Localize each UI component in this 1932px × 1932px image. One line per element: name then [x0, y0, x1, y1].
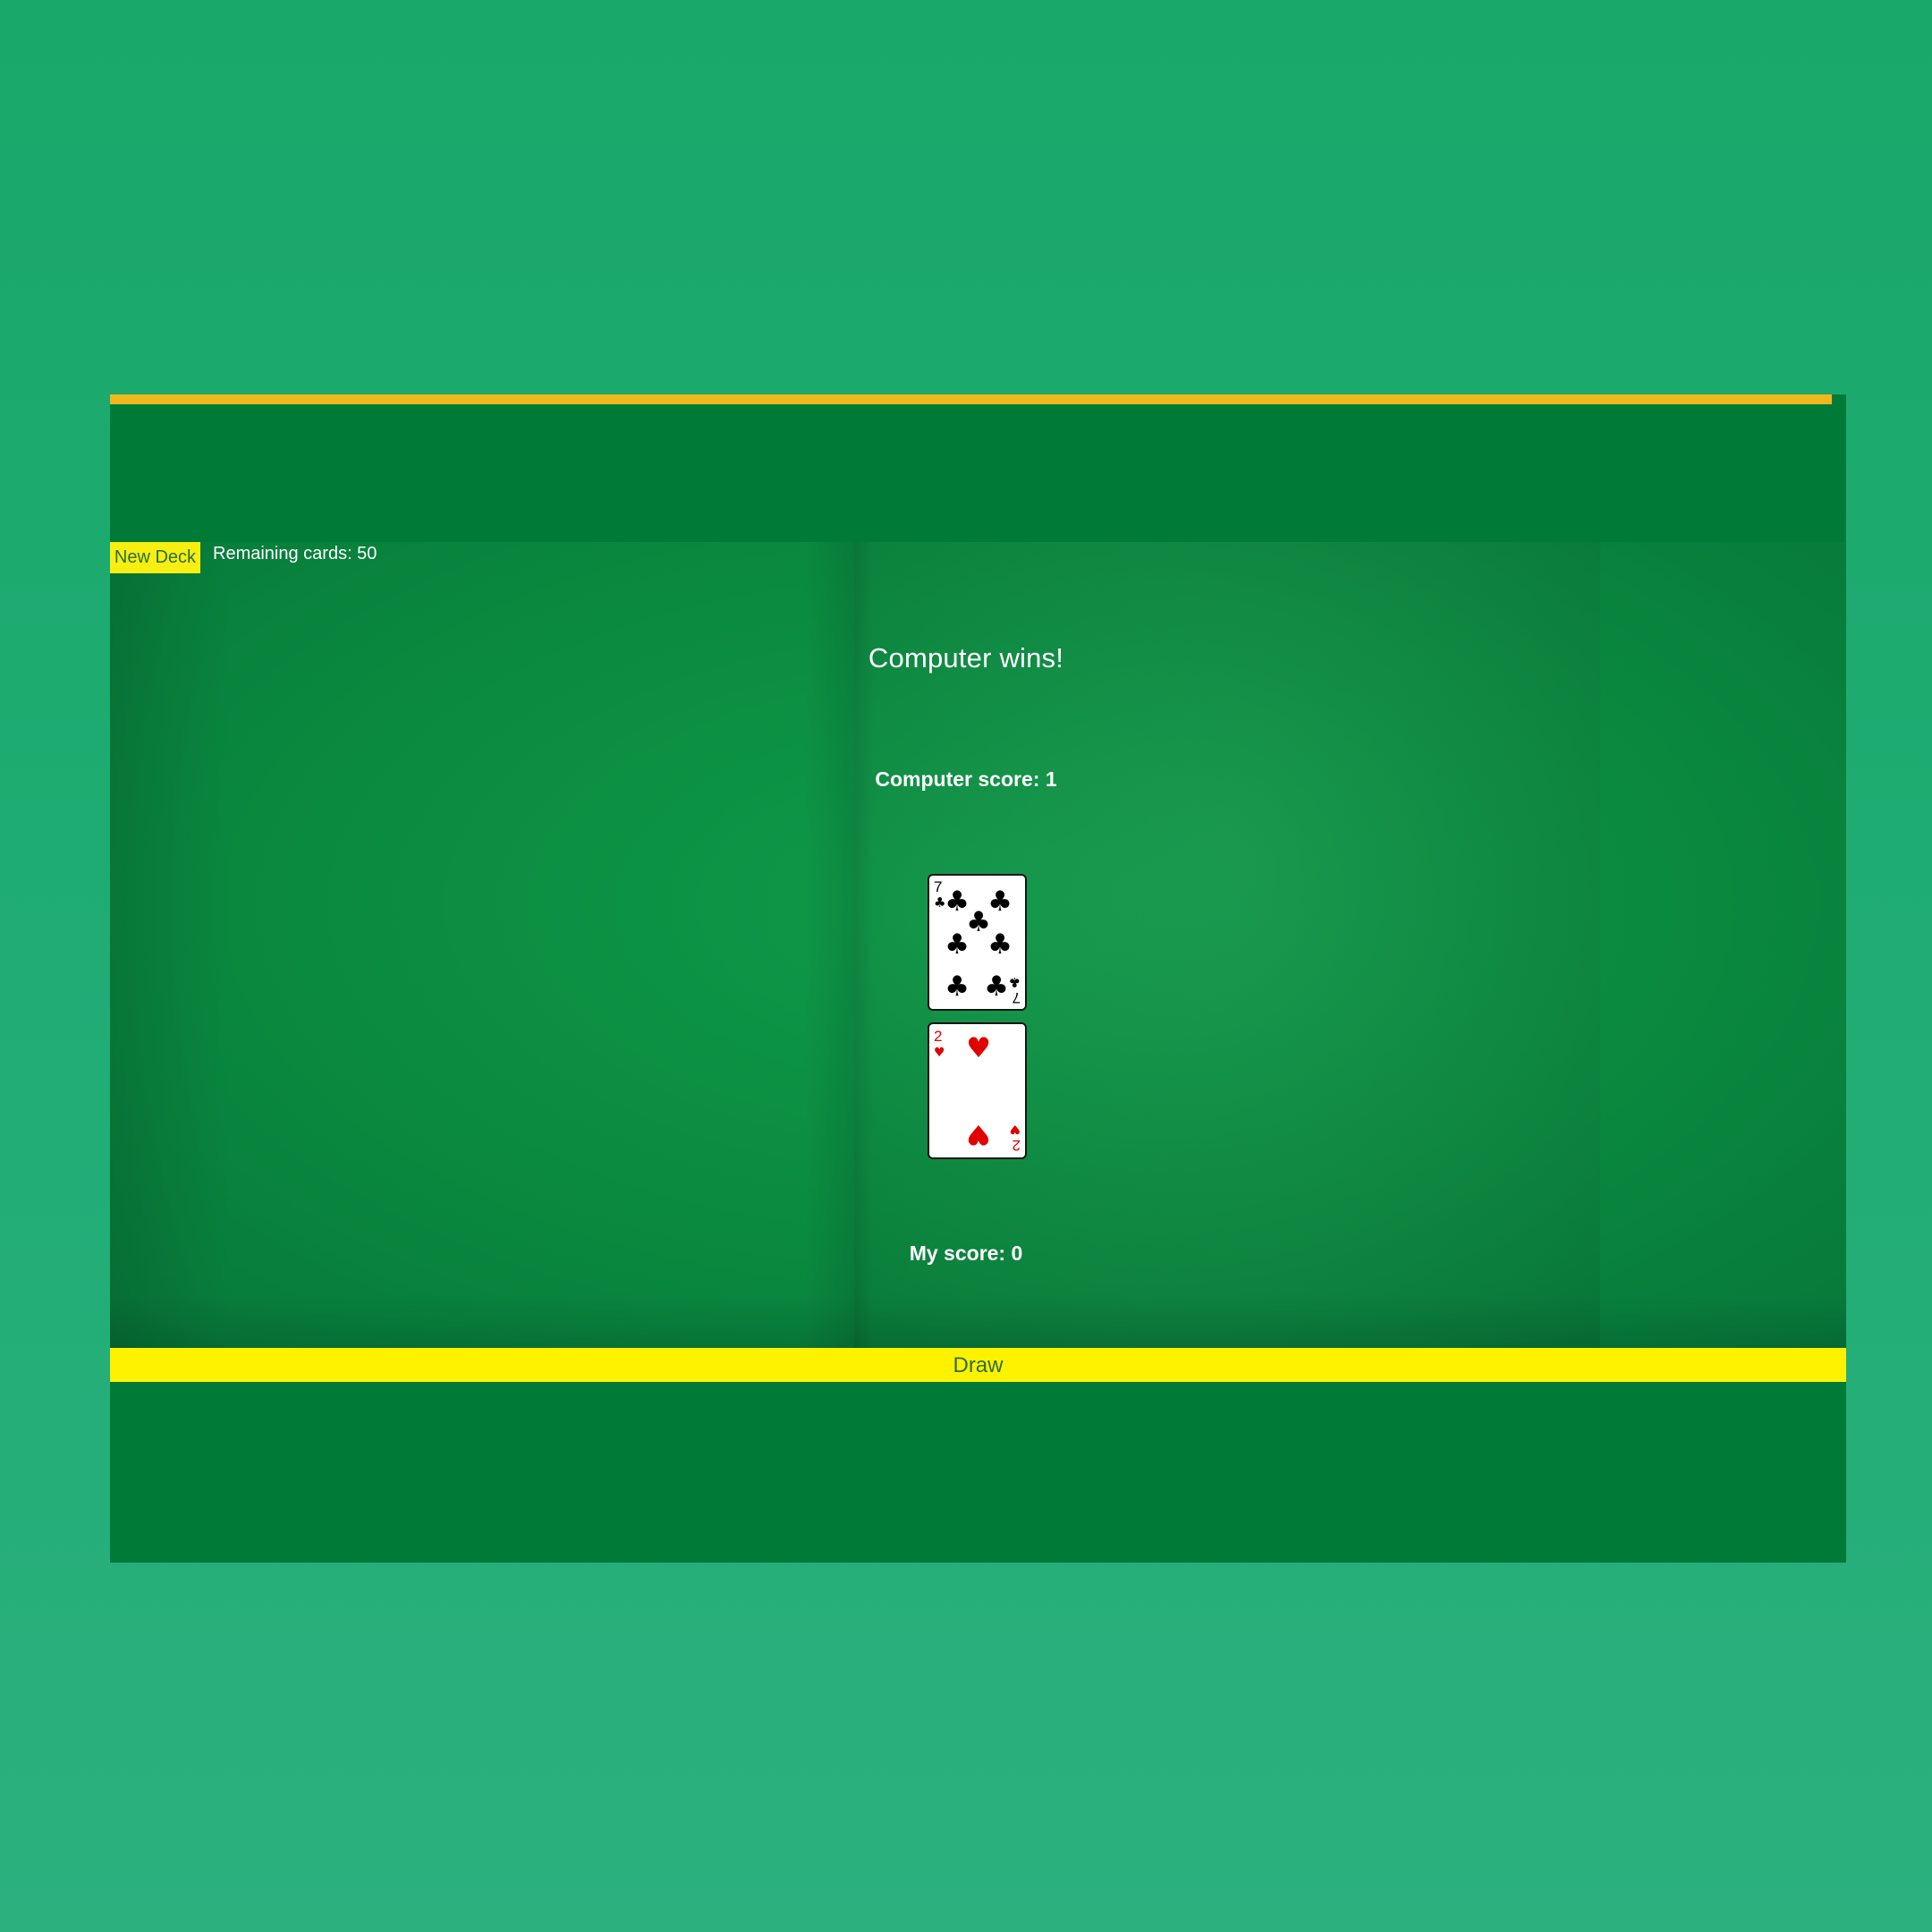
card-suit-top: ♥: [934, 1046, 945, 1060]
top-header-band: [110, 404, 1846, 542]
remaining-cards-count: Remaining cards: 50: [213, 544, 377, 564]
club-pip-icon: ♣: [945, 970, 970, 1003]
seven-of-clubs-card-face: 7 ♣ ♣ ♣ ♣ ♣ ♣ ♣ ♣ 7 ♣: [934, 878, 1021, 1006]
computer-score: Computer score: 1: [875, 767, 1057, 791]
club-pip-icon: ♣: [987, 928, 1013, 961]
round-result-message: Computer wins!: [868, 642, 1064, 674]
two-of-hearts-card-face: 2 ♥ ♥ ♥ 2 ♥: [934, 1028, 1021, 1154]
my-score: My score: 0: [909, 1241, 1023, 1265]
draw-button[interactable]: Draw: [110, 1348, 1846, 1384]
top-accent-line: [110, 394, 1832, 404]
club-pip-icon: ♣: [945, 928, 970, 961]
card-rank-bottom: 7: [1013, 989, 1021, 1006]
card-rank-top: 7: [934, 878, 942, 895]
club-pip-icon: ♣: [987, 886, 1013, 918]
computer-card: 7 ♣ ♣ ♣ ♣ ♣ ♣ ♣ ♣ 7 ♣: [928, 874, 1027, 1011]
player-card: 2 ♥ ♥ ♥ 2 ♥: [928, 1022, 1027, 1159]
card-rank-bottom: 2: [1013, 1137, 1021, 1154]
bottom-footer-band: [110, 1382, 1846, 1563]
club-pip-icon: ♣: [984, 970, 1009, 1003]
new-deck-button[interactable]: New Deck: [110, 542, 200, 573]
heart-pip-icon: ♥: [966, 1118, 991, 1150]
card-rank-top: 2: [934, 1028, 942, 1045]
card-suit-bottom: ♣: [1009, 974, 1021, 990]
heart-pip-icon: ♥: [966, 1032, 991, 1064]
card-suit-bottom: ♥: [1009, 1122, 1021, 1136]
